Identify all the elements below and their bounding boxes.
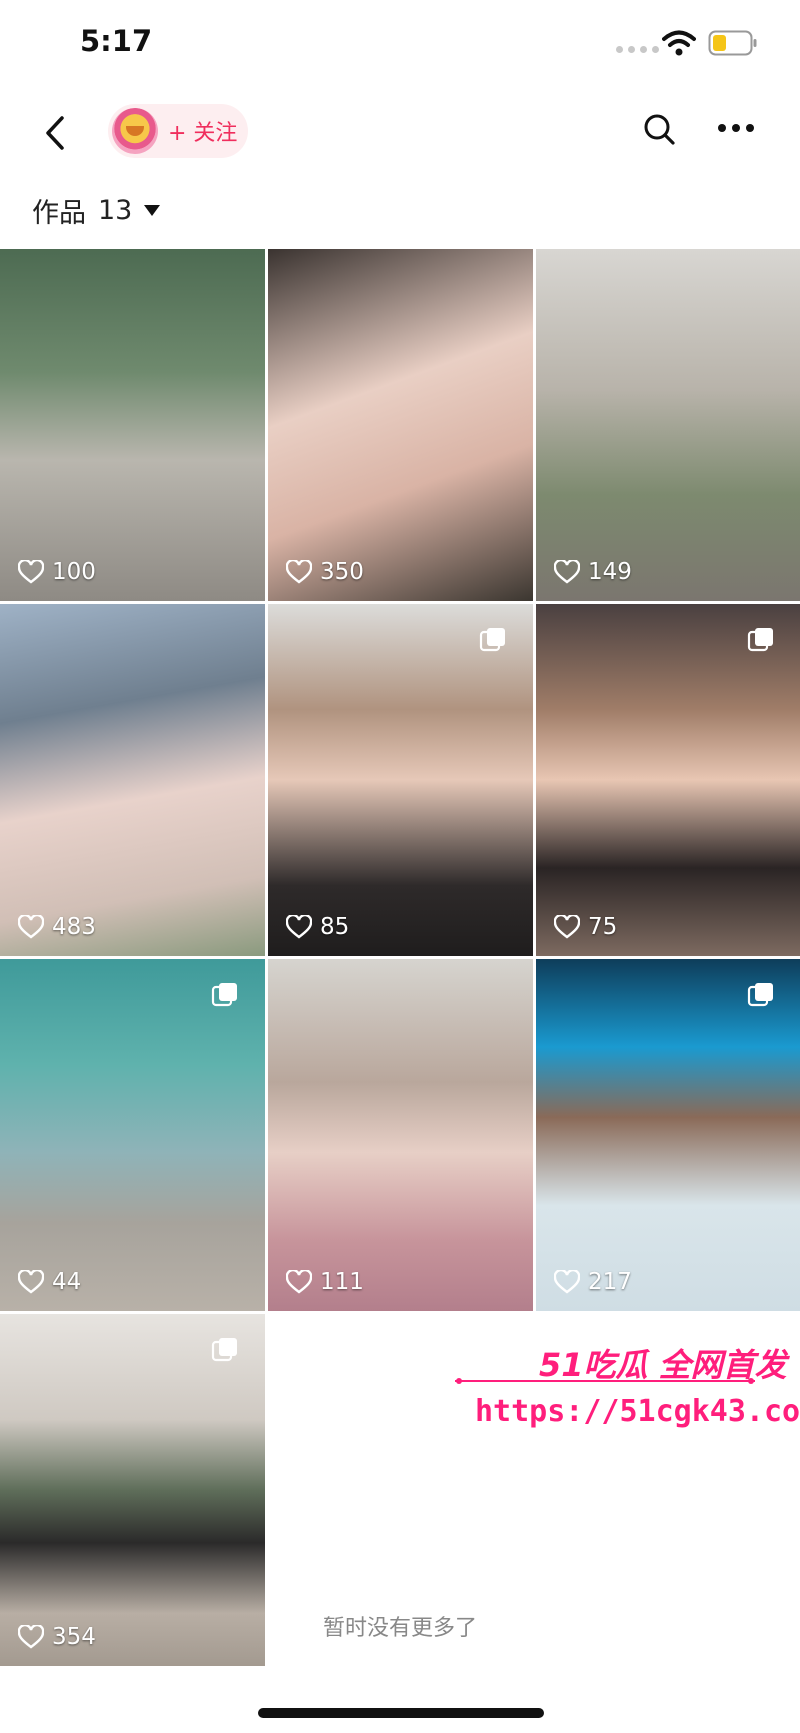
watermark: 51吃瓜 全网首发 https://51cgk43.com	[455, 1340, 800, 1440]
like-number: 85	[320, 914, 350, 940]
nav-bar: + 关注	[0, 88, 800, 188]
post-tile[interactable]: 217	[536, 959, 800, 1311]
like-number: 149	[588, 559, 632, 585]
heart-icon	[18, 560, 44, 584]
works-filter[interactable]: 作品 13	[32, 188, 161, 232]
like-count: 75	[554, 914, 617, 940]
post-tile[interactable]: 85	[268, 604, 533, 956]
heart-icon	[554, 915, 580, 939]
multi-image-icon	[747, 983, 773, 1007]
follow-label: + 关注	[168, 121, 238, 146]
like-count: 111	[286, 1269, 364, 1295]
like-number: 75	[588, 914, 618, 940]
like-count: 350	[286, 559, 364, 585]
heart-icon	[286, 1270, 312, 1294]
post-tile[interactable]: 350	[268, 249, 533, 601]
like-count: 85	[286, 914, 349, 940]
status-bar: 5:17	[0, 0, 800, 88]
more-icon[interactable]	[718, 124, 754, 132]
like-count: 100	[18, 559, 96, 585]
post-tile[interactable]: 75	[536, 604, 800, 956]
multi-image-icon	[211, 1338, 237, 1362]
like-number: 100	[52, 559, 96, 585]
avatar[interactable]	[112, 108, 158, 154]
like-count: 149	[554, 559, 632, 585]
heart-icon	[554, 1270, 580, 1294]
multi-image-icon	[211, 983, 237, 1007]
heart-icon	[286, 560, 312, 584]
like-count: 44	[18, 1269, 81, 1295]
follow-button[interactable]: + 关注	[108, 104, 248, 158]
like-number: 350	[320, 559, 364, 585]
like-number: 111	[320, 1269, 364, 1295]
post-tile[interactable]: 483	[0, 604, 265, 956]
wifi-icon	[662, 30, 696, 56]
like-number: 217	[588, 1269, 632, 1295]
heart-icon	[286, 915, 312, 939]
heart-icon	[554, 560, 580, 584]
post-tile[interactable]: 100	[0, 249, 265, 601]
like-count: 483	[18, 914, 96, 940]
works-count: 13	[98, 194, 133, 226]
search-icon[interactable]	[638, 108, 682, 152]
back-icon[interactable]	[38, 108, 78, 158]
post-tile[interactable]: 149	[536, 249, 800, 601]
like-number: 44	[52, 1269, 82, 1295]
heart-icon	[18, 915, 44, 939]
works-label: 作品	[32, 197, 86, 229]
battery-icon	[708, 30, 757, 56]
multi-image-icon	[479, 628, 505, 652]
home-indicator[interactable]	[258, 1708, 544, 1718]
watermark-divider	[455, 1378, 755, 1384]
end-of-list-text: 暂时没有更多了	[322, 1616, 477, 1641]
post-tile[interactable]: 44	[0, 959, 265, 1311]
heart-icon	[18, 1270, 44, 1294]
multi-image-icon	[747, 628, 773, 652]
signal-icon	[616, 46, 659, 53]
post-tile[interactable]: 111	[268, 959, 533, 1311]
watermark-url: https://51cgk43.com	[475, 1394, 800, 1429]
like-count: 217	[554, 1269, 632, 1295]
status-time: 5:17	[80, 24, 153, 58]
caret-down-icon	[144, 204, 161, 216]
like-number: 483	[52, 914, 96, 940]
